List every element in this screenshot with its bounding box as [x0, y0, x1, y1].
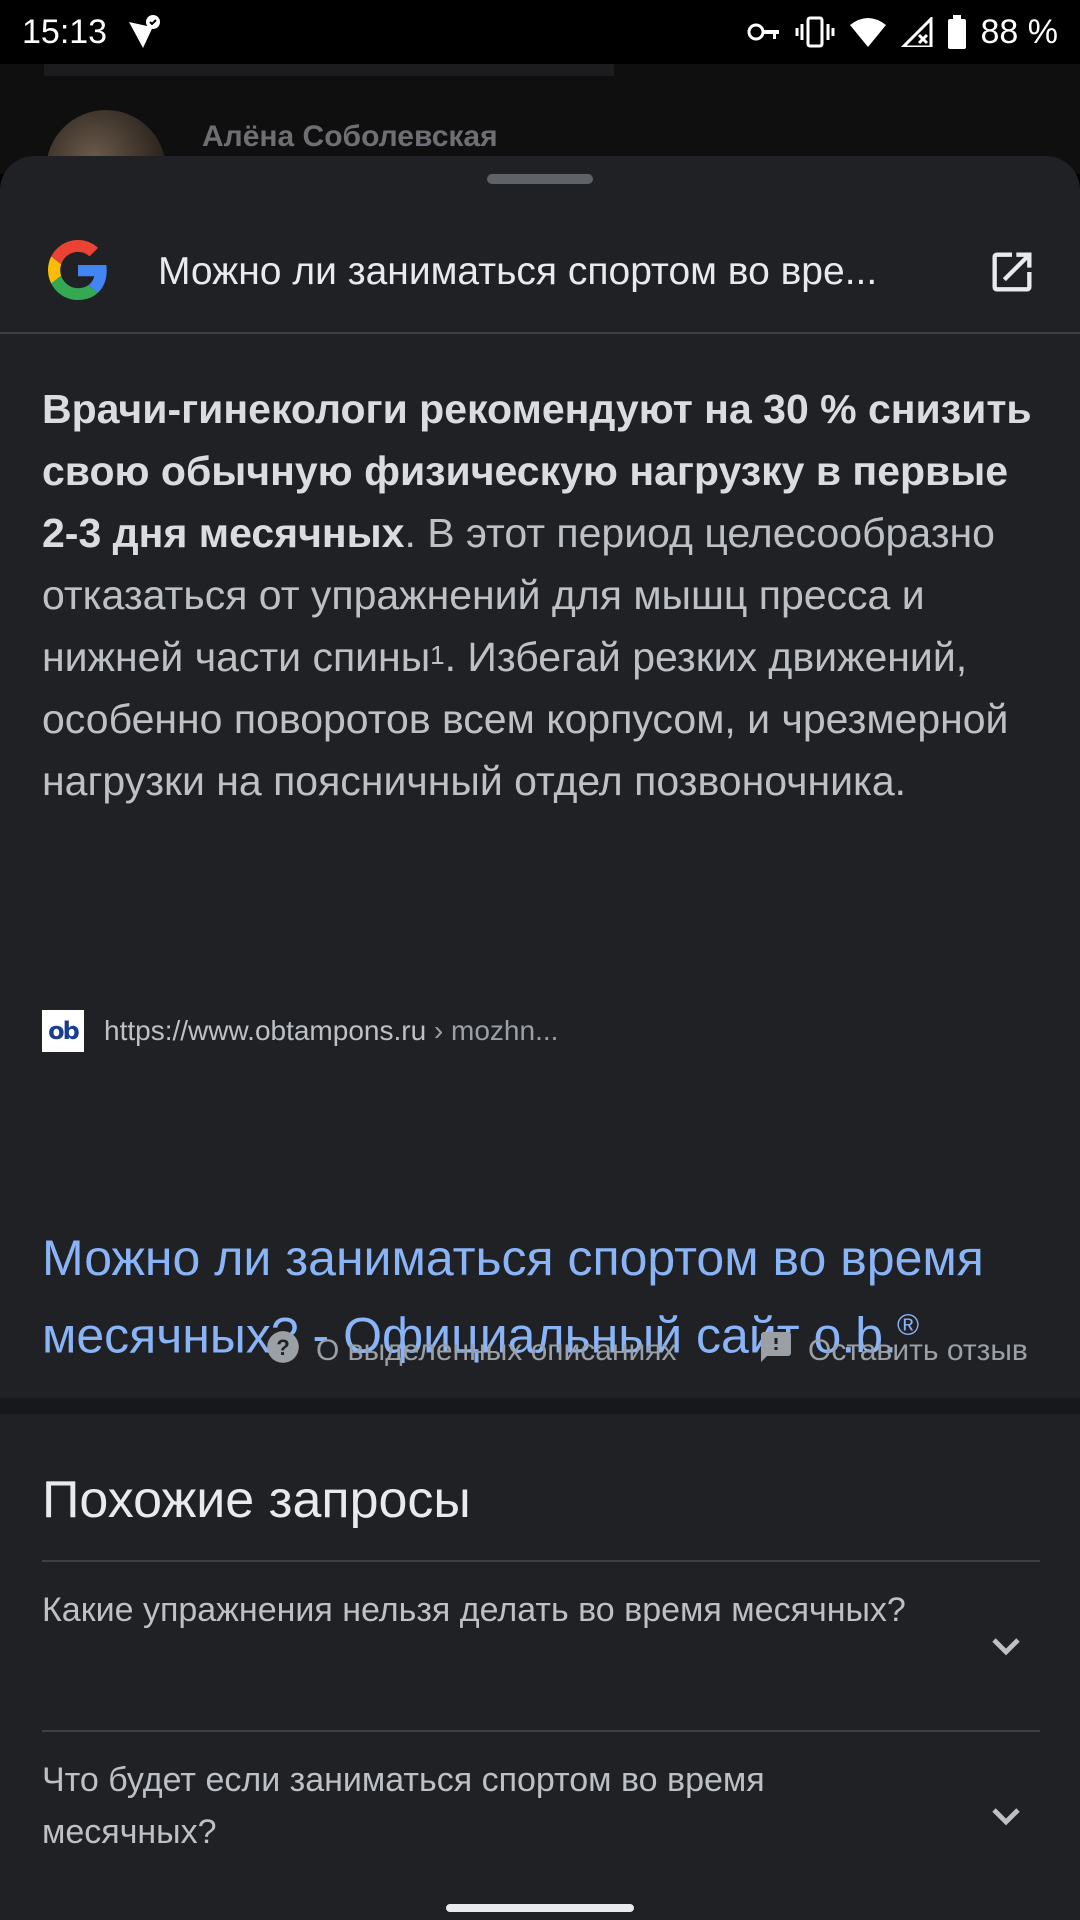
drag-handle[interactable] — [487, 174, 593, 184]
feedback-label: Оставить отзыв — [808, 1334, 1028, 1367]
about-label: О выделенных описаниях — [316, 1334, 677, 1367]
site-favicon: ob — [42, 1010, 84, 1052]
source-attribution[interactable]: ob https://www.obtampons.ru › mozhn... — [42, 1010, 558, 1052]
svg-text:?: ? — [276, 1335, 290, 1360]
feedback-icon — [758, 1329, 794, 1373]
navigation-bar — [0, 1880, 1080, 1920]
google-logo-icon — [48, 239, 108, 305]
vibrate-icon — [795, 16, 835, 48]
source-path: › mozhn... — [426, 1015, 559, 1046]
help-icon: ? — [264, 1328, 302, 1374]
background-divider — [44, 64, 614, 76]
vpn-checkmark-icon — [123, 12, 163, 52]
open-in-new-icon[interactable] — [984, 244, 1040, 300]
sheet-title: Можно ли заниматься спортом во вре... — [158, 250, 878, 293]
featured-snippet: Врачи-гинекологи рекомендуют на 30 % сни… — [42, 378, 1042, 812]
battery-icon — [947, 15, 967, 49]
footnote-marker[interactable]: 1 — [430, 640, 444, 670]
source-url: https://www.obtampons.ru — [104, 1015, 427, 1046]
home-gesture-handle[interactable] — [446, 1904, 634, 1912]
related-question-item[interactable]: Что будет если заниматься спортом во вре… — [42, 1732, 1040, 1900]
feedback-button[interactable]: Оставить отзыв — [758, 1316, 1028, 1386]
header-divider — [0, 332, 1080, 334]
section-separator — [0, 1398, 1080, 1414]
battery-level: 88 % — [980, 12, 1059, 51]
related-searches-heading: Похожие запросы — [42, 1471, 471, 1529]
about-featured-snippets-button[interactable]: ? О выделенных описаниях — [264, 1316, 677, 1386]
search-bottom-sheet: Можно ли заниматься спортом во вре... Вр… — [0, 156, 1080, 1920]
signal-icon — [900, 17, 933, 47]
related-question-text: Какие упражнения нельзя делать во время … — [42, 1591, 906, 1629]
key-icon — [747, 20, 781, 44]
contact-name: Алёна Соболевская — [202, 120, 498, 153]
chevron-down-icon[interactable] — [982, 1622, 1030, 1670]
sheet-header: Можно ли заниматься спортом во вре... — [0, 212, 1080, 332]
related-question-item[interactable]: Какие упражнения нельзя делать во время … — [42, 1562, 1040, 1730]
clock: 15:13 — [22, 12, 108, 51]
wifi-icon — [849, 17, 887, 47]
status-bar: 15:13 88 % — [0, 0, 1080, 64]
chevron-down-icon[interactable] — [982, 1792, 1030, 1840]
related-question-text: Что будет если заниматься спортом во вре… — [42, 1761, 765, 1851]
snippet-actions: ? О выделенных описаниях Оставить отзыв — [0, 1316, 1080, 1386]
